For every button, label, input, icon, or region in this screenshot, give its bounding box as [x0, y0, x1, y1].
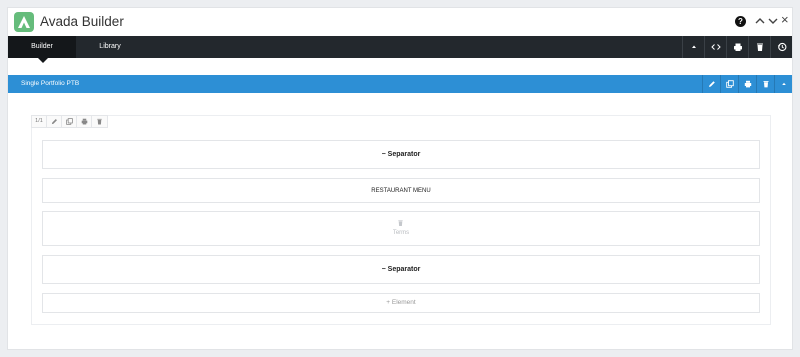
section-title: Single Portfolio PTB — [21, 80, 80, 87]
section-save-button[interactable] — [738, 75, 756, 93]
add-element-button[interactable]: + Element — [42, 293, 760, 313]
clone-icon — [66, 118, 73, 125]
collapse-all-button[interactable] — [682, 36, 704, 58]
element-restaurant-menu[interactable]: RESTAURANT MENU — [42, 178, 760, 203]
element-terms[interactable]: Terms — [42, 211, 760, 246]
section-edit-button[interactable] — [702, 75, 720, 93]
title-bar: Avada Builder ? × — [8, 8, 792, 36]
caret-up-icon — [782, 82, 786, 85]
element-label: RESTAURANT MENU — [371, 188, 431, 194]
trash-icon — [757, 43, 763, 51]
element-separator[interactable]: − Separator — [42, 255, 760, 284]
section-collapse-button[interactable] — [774, 75, 792, 93]
column-save-button[interactable] — [77, 116, 92, 127]
section-header[interactable]: Single Portfolio PTB — [8, 75, 792, 93]
print-icon — [81, 118, 88, 125]
app-title: Avada Builder — [40, 14, 124, 29]
trash-icon — [398, 220, 403, 226]
code-view-button[interactable] — [704, 36, 726, 58]
close-icon[interactable]: × — [781, 13, 789, 27]
pencil-icon — [709, 81, 715, 87]
chevron-down-icon[interactable] — [767, 15, 779, 27]
element-label: Separator — [387, 151, 421, 158]
tab-library[interactable]: Library — [76, 36, 144, 58]
chevron-up-icon[interactable] — [754, 15, 766, 27]
history-button[interactable] — [770, 36, 792, 58]
section-clone-button[interactable] — [720, 75, 738, 93]
delete-all-button[interactable] — [748, 36, 770, 58]
avada-logo-icon — [14, 12, 34, 32]
history-icon — [777, 42, 787, 52]
tab-builder[interactable]: Builder — [8, 36, 76, 58]
element-label: Terms — [392, 230, 410, 236]
column-controls: 1/1 — [31, 115, 108, 128]
builder-tabbar: Builder Library — [8, 36, 792, 58]
add-element-label: + Element — [386, 299, 416, 306]
separator-icon: − — [381, 151, 386, 158]
print-icon — [734, 43, 742, 51]
pencil-icon — [51, 119, 57, 125]
column-size-button[interactable]: 1/1 — [32, 116, 47, 127]
print-icon — [744, 80, 752, 88]
print-button[interactable] — [726, 36, 748, 58]
code-icon — [711, 44, 721, 50]
element-label: Separator — [387, 266, 421, 273]
separator-icon: − — [381, 266, 386, 273]
help-icon[interactable]: ? — [735, 16, 746, 27]
caret-up-icon — [692, 45, 696, 48]
clone-icon — [726, 80, 734, 88]
builder-panel: Avada Builder ? × Builder Library Single… — [7, 7, 793, 350]
active-tab-pointer — [38, 58, 48, 63]
section-delete-button[interactable] — [756, 75, 774, 93]
trash-icon — [763, 81, 769, 88]
trash-icon — [97, 118, 102, 125]
column-clone-button[interactable] — [62, 116, 77, 127]
column-delete-button[interactable] — [92, 116, 107, 127]
column-edit-button[interactable] — [47, 116, 62, 127]
element-separator[interactable]: − Separator — [42, 140, 760, 169]
